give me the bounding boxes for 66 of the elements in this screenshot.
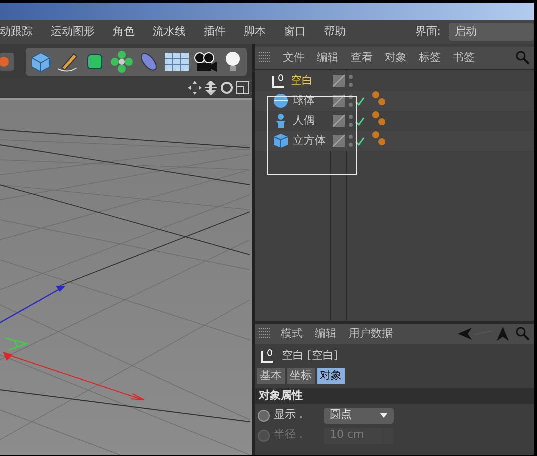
menu-item[interactable]: 编辑 — [317, 50, 339, 66]
visibility-dots-icon[interactable] — [349, 94, 353, 108]
null-object-icon — [260, 348, 276, 364]
camera-icon[interactable] — [193, 50, 219, 74]
tag-icon[interactable] — [372, 91, 386, 107]
null-object-icon — [271, 73, 287, 89]
move-icon[interactable] — [188, 81, 202, 95]
vertical-arrows-icon[interactable] — [204, 81, 218, 95]
menu-item[interactable]: 文件 — [283, 50, 305, 66]
menu-item[interactable]: 用户数据 — [349, 326, 393, 342]
object-name[interactable]: 人偶 — [293, 112, 315, 130]
visibility-dots-icon[interactable] — [349, 74, 353, 88]
dropdown-value: 圆点 — [330, 407, 352, 424]
y-axis-arrow — [5, 337, 29, 351]
tag-icon[interactable] — [372, 131, 386, 147]
checkmark-icon[interactable] — [355, 137, 365, 147]
layout-label: 界面: — [415, 24, 441, 40]
menu-item[interactable]: 查看 — [351, 50, 373, 66]
checkmark-icon[interactable] — [355, 117, 365, 127]
search-icon[interactable] — [516, 51, 530, 65]
menu-item[interactable]: 脚本 — [244, 24, 266, 40]
layer-icon[interactable] — [333, 115, 345, 127]
panel-grip-icon[interactable] — [259, 328, 271, 340]
layer-icon[interactable] — [333, 135, 345, 147]
menu-item[interactable]: 动跟踪 — [0, 24, 33, 40]
menu-item[interactable]: 对象 — [385, 50, 407, 66]
visibility-dots-icon[interactable] — [349, 114, 353, 128]
caret-icon — [380, 413, 388, 418]
menu-item[interactable]: 编辑 — [315, 326, 337, 342]
object-name[interactable]: 立方体 — [293, 132, 326, 150]
menu-item[interactable]: 帮助 — [324, 24, 346, 40]
panel-grip-icon[interactable] — [259, 52, 271, 64]
back-arrow-icon[interactable] — [458, 327, 494, 341]
menu-item[interactable]: 模式 — [281, 326, 303, 342]
menu-item[interactable]: 插件 — [204, 24, 226, 40]
layout-icon[interactable] — [236, 81, 250, 95]
layer-icon[interactable] — [333, 95, 345, 107]
radio-button[interactable] — [258, 410, 270, 422]
menu-item[interactable]: 角色 — [113, 24, 135, 40]
section-header: 对象属性 — [255, 388, 534, 404]
layer-icon[interactable] — [333, 75, 345, 87]
field-label: 半径 . — [274, 427, 304, 444]
rotate-icon[interactable] — [220, 81, 234, 95]
tab[interactable]: 对象 — [317, 368, 345, 384]
checkmark-icon[interactable] — [355, 97, 365, 107]
visibility-dots-icon[interactable] — [349, 134, 353, 148]
menu-item[interactable]: 窗口 — [284, 24, 306, 40]
flower-icon[interactable] — [110, 50, 134, 74]
menu-item[interactable]: 运动图形 — [51, 24, 95, 40]
field-label: 显示 . — [274, 407, 304, 424]
tag-icon[interactable] — [372, 111, 386, 127]
z-axis-arrow — [0, 283, 66, 323]
menu-item[interactable]: 流水线 — [153, 24, 186, 40]
menu-item[interactable]: 书签 — [453, 50, 475, 66]
object-name[interactable]: 空白 — [291, 72, 313, 90]
cube-icon — [273, 133, 289, 149]
object-title: 空白 [空白] — [282, 348, 338, 364]
dropdown[interactable]: 圆点 — [324, 408, 394, 424]
menu-item[interactable]: 标签 — [419, 50, 441, 66]
tab[interactable]: 基本 — [257, 368, 285, 384]
layout-dropdown[interactable]: 启动 — [449, 23, 534, 41]
up-arrow-icon[interactable] — [496, 327, 510, 341]
sphere-icon — [273, 93, 289, 109]
grid-plane-icon[interactable] — [164, 50, 190, 74]
search-icon[interactable] — [516, 327, 530, 341]
tab[interactable]: 坐标 — [287, 368, 315, 384]
